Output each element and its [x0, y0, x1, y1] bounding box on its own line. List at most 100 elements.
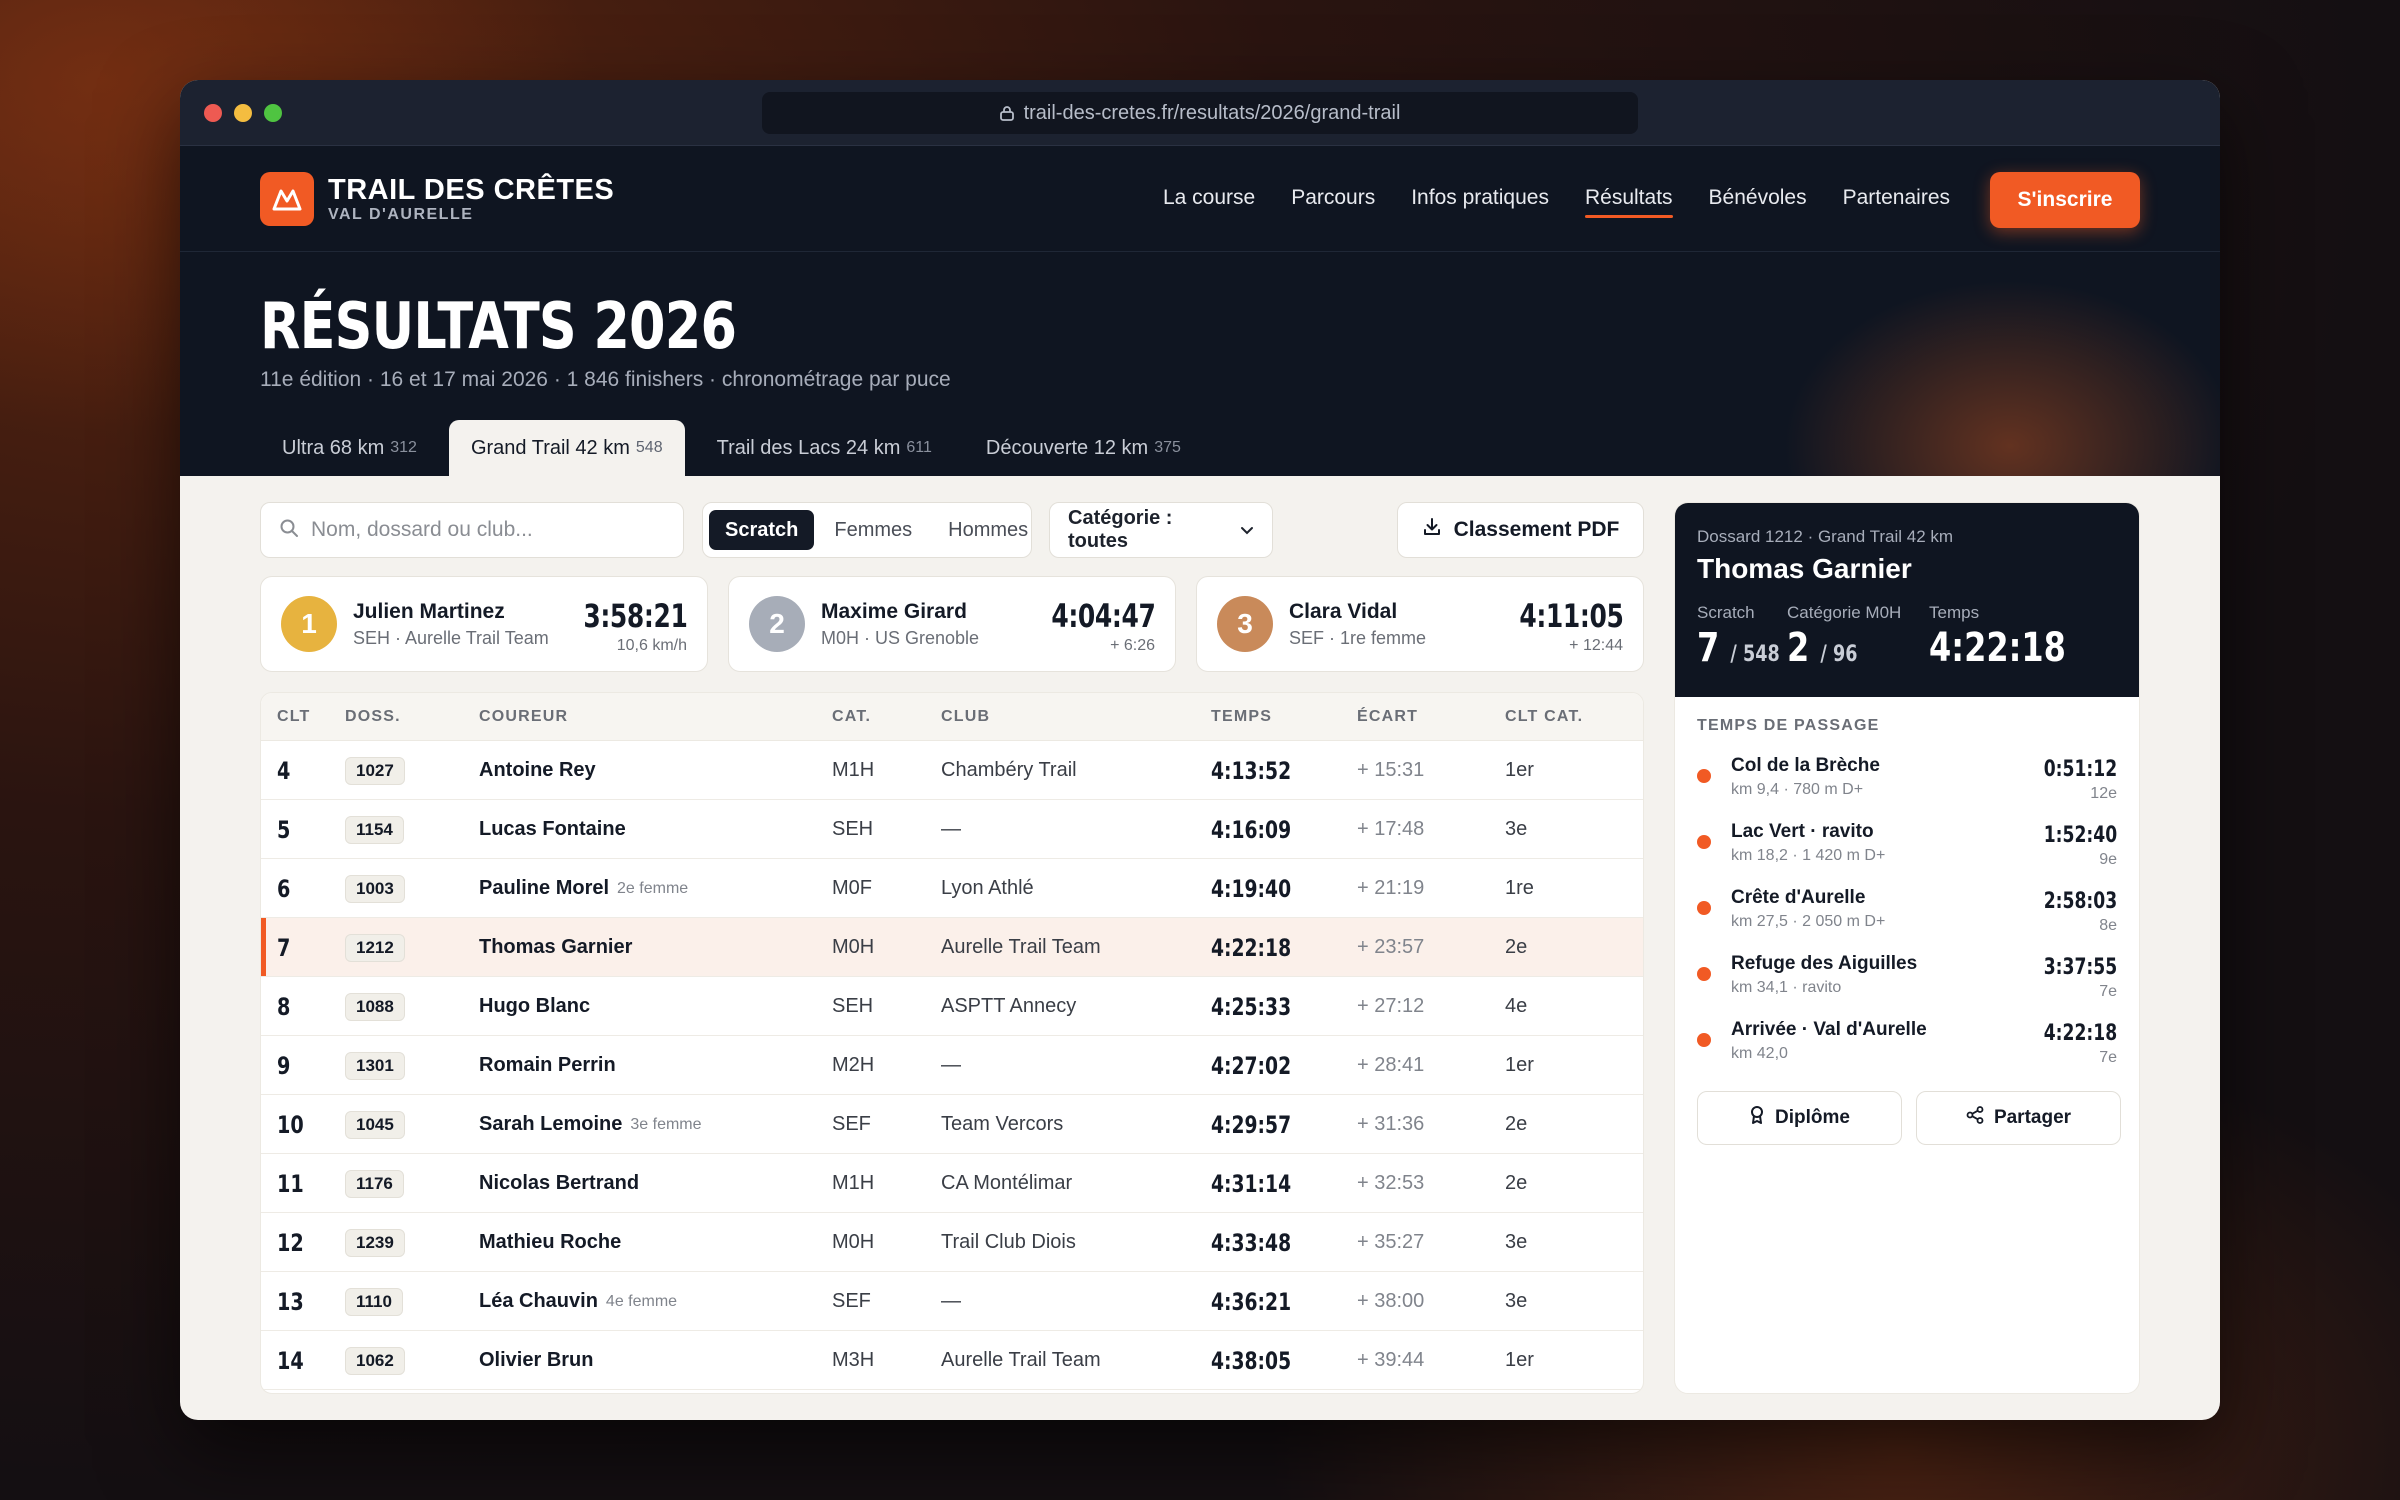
- nav-links: La course Parcours Infos pratiques Résul…: [1163, 186, 1950, 218]
- header-cat[interactable]: CAT.: [832, 708, 871, 726]
- runner-note: 2e femme: [617, 879, 689, 897]
- nav-link-parcours[interactable]: Parcours: [1291, 186, 1375, 218]
- table-row[interactable]: 7 1212 Thomas Garnier M0H Aurelle Trail Team…: [261, 918, 1643, 977]
- cell-rank: 9: [277, 1051, 291, 1080]
- table-row[interactable]: 4 1027 Antoine Rey M1H Chambéry Trail 4:13:52…: [261, 741, 1643, 800]
- table-row[interactable]: 11 1176 Nicolas Bertrand M1H CA Montélimar 4:…: [261, 1154, 1643, 1213]
- cell-time: 4:27:02: [1211, 1051, 1292, 1080]
- podium-card-2[interactable]: 2 Maxime Girard M0H · US Grenoble 4:04:4…: [728, 576, 1176, 672]
- minimize-window-button[interactable]: [234, 104, 252, 122]
- split-meta: km 34,1 · ravito: [1731, 979, 1842, 996]
- runner-name[interactable]: Léa Chauvin: [479, 1290, 598, 1313]
- cell-runner: Lucas Fontaine: [479, 800, 626, 859]
- table-row[interactable]: 10 1045 Sarah Lemoine 3e femme SEF Team Verco…: [261, 1095, 1643, 1154]
- lock-icon: [999, 105, 1014, 121]
- header-club[interactable]: CLUB: [941, 708, 990, 726]
- filter-scratch[interactable]: Scratch: [709, 510, 815, 550]
- table-row[interactable]: 13 1110 Léa Chauvin 4e femme SEF — 4:36:21 + 38…: [261, 1272, 1643, 1331]
- runner-kicker: Dossard 1212 · Grand Trail 42 km: [1697, 527, 1954, 546]
- splits-title: TEMPS DE PASSAGE: [1697, 717, 1880, 734]
- cell-category: M0H: [832, 1231, 875, 1253]
- nav-link-infos-pratiques[interactable]: Infos pratiques: [1411, 186, 1549, 218]
- cell-category: M0F: [832, 877, 872, 899]
- table-row[interactable]: 12 1239 Mathieu Roche M0H Trail Club Diois 4:…: [261, 1213, 1643, 1272]
- cell-bib: 1027: [345, 741, 405, 800]
- cell-category-rank: 4e: [1505, 995, 1528, 1017]
- search-input[interactable]: [311, 518, 671, 542]
- results-content: Scratch Femmes Hommes Catégorie : toutes…: [180, 476, 2220, 1414]
- runner-name[interactable]: Lucas Fontaine: [479, 818, 626, 841]
- header-catrank[interactable]: CLT CAT.: [1505, 708, 1583, 726]
- cell-club: Lyon Athlé: [941, 877, 1034, 899]
- table-row[interactable]: 6 1003 Pauline Morel 2e femme M0F Lyon Athlé 4…: [261, 859, 1643, 918]
- nav-link-resultats[interactable]: Résultats: [1584, 186, 1673, 218]
- table-row[interactable]: 14 1062 Olivier Brun M3H Aurelle Trail Team 4…: [261, 1331, 1643, 1390]
- runner-name[interactable]: Antoine Rey: [479, 759, 596, 782]
- cell-bib: 1110: [345, 1272, 403, 1331]
- header-rank[interactable]: CLT: [277, 708, 311, 726]
- split-item: Refuge des Aiguilles km 34,1 · ravito 3:37…: [1697, 941, 2117, 1007]
- runner-name[interactable]: Romain Perrin: [479, 1054, 616, 1077]
- runner-name[interactable]: Sarah Lemoine: [479, 1113, 622, 1136]
- cell-time: 4:33:48: [1211, 1228, 1292, 1257]
- nav-link-benevoles[interactable]: Bénévoles: [1709, 186, 1807, 218]
- cell-runner: Romain Perrin: [479, 1036, 616, 1095]
- brand[interactable]: TRAIL DES CRÊTES VAL D'AURELLE: [260, 172, 614, 226]
- header-gap[interactable]: ÉCART: [1357, 708, 1418, 726]
- podium-time: 3:58:21: [582, 597, 687, 635]
- table-row[interactable]: 8 1088 Hugo Blanc SEH ASPTT Annecy 4:25:33 + 2…: [261, 977, 1643, 1036]
- browser-titlebar: trail-des-cretes.fr/resultats/2026/grand…: [180, 80, 2220, 146]
- header-name[interactable]: COUREUR: [479, 708, 568, 726]
- split-time: 1:52:40: [2043, 823, 2117, 848]
- cell-rank: 8: [277, 992, 291, 1021]
- maximize-window-button[interactable]: [264, 104, 282, 122]
- table-row[interactable]: 9 1301 Romain Perrin M2H — 4:27:02 + 28:41 1er: [261, 1036, 1643, 1095]
- close-window-button[interactable]: [204, 104, 222, 122]
- runner-name[interactable]: Olivier Brun: [479, 1349, 593, 1372]
- nav-link-la-course[interactable]: La course: [1163, 186, 1255, 218]
- podium-name: Julien Martinez: [353, 599, 505, 623]
- runner-name[interactable]: Mathieu Roche: [479, 1231, 621, 1254]
- diploma-button[interactable]: Diplôme: [1697, 1091, 1902, 1145]
- runner-name[interactable]: Thomas Garnier: [479, 936, 632, 959]
- podium-card-3[interactable]: 3 Clara Vidal SEF · 1re femme 4:11:05 + …: [1196, 576, 1644, 672]
- runner-name[interactable]: Nicolas Bertrand: [479, 1172, 639, 1195]
- header-time[interactable]: TEMPS: [1211, 708, 1272, 726]
- cell-bib: 1212: [345, 918, 405, 977]
- cell-time: 4:29:57: [1211, 1110, 1292, 1139]
- stat-category: Catégorie M0H 2 / 96: [1787, 603, 1902, 671]
- category-select[interactable]: Catégorie : toutes: [1049, 502, 1273, 558]
- split-rank: 7e: [2099, 983, 2117, 1000]
- tab-decouverte-12[interactable]: Découverte 12 km 375: [964, 420, 1203, 476]
- podium-card-1[interactable]: 1 Julien Martinez SEH · Aurelle Trail Te…: [260, 576, 708, 672]
- runner-name[interactable]: Hugo Blanc: [479, 995, 590, 1018]
- nav-link-partenaires[interactable]: Partenaires: [1843, 186, 1950, 218]
- podium-sub: 10,6 km/h: [616, 637, 687, 654]
- runner-name[interactable]: Pauline Morel: [479, 877, 609, 900]
- cell-runner: Sarah Lemoine 3e femme: [479, 1095, 702, 1154]
- split-time: 3:37:55: [2043, 955, 2117, 980]
- cell-club: —: [941, 1290, 961, 1312]
- cell-category-rank: 1re: [1505, 877, 1534, 899]
- signup-button[interactable]: S'inscrire: [1990, 172, 2140, 228]
- runner-note: 3e femme: [630, 1115, 702, 1133]
- header-bib[interactable]: DOSS.: [345, 708, 401, 726]
- cell-rank: 4: [277, 756, 291, 785]
- cell-bib: 1176: [345, 1154, 404, 1213]
- pdf-download-button[interactable]: Classement PDF: [1397, 502, 1644, 558]
- cell-category: SEH: [832, 818, 874, 840]
- filter-hommes[interactable]: Hommes: [932, 510, 1044, 550]
- split-time: 0:51:12: [2043, 757, 2117, 782]
- tab-ultra-68[interactable]: Ultra 68 km 312: [260, 420, 439, 476]
- panel-actions: Diplôme Partager: [1697, 1091, 2121, 1145]
- tab-grand-trail-42[interactable]: Grand Trail 42 km 548: [448, 420, 685, 476]
- table-row[interactable]: 5 1154 Lucas Fontaine SEH — 4:16:09 + 17:48 3e: [261, 800, 1643, 859]
- cell-runner: Mathieu Roche: [479, 1213, 621, 1272]
- cell-rank: 5: [277, 815, 291, 844]
- address-bar[interactable]: trail-des-cretes.fr/resultats/2026/grand…: [762, 92, 1638, 134]
- tab-trail-des-lacs-24[interactable]: Trail des Lacs 24 km 611: [695, 420, 954, 476]
- share-button[interactable]: Partager: [1916, 1091, 2121, 1145]
- runner-stats: Scratch 7 / 548 Catégorie M0H 2 / 96 Tem…: [1697, 603, 2109, 671]
- filter-femmes[interactable]: Femmes: [818, 510, 928, 550]
- cell-bib: 1154: [345, 800, 404, 859]
